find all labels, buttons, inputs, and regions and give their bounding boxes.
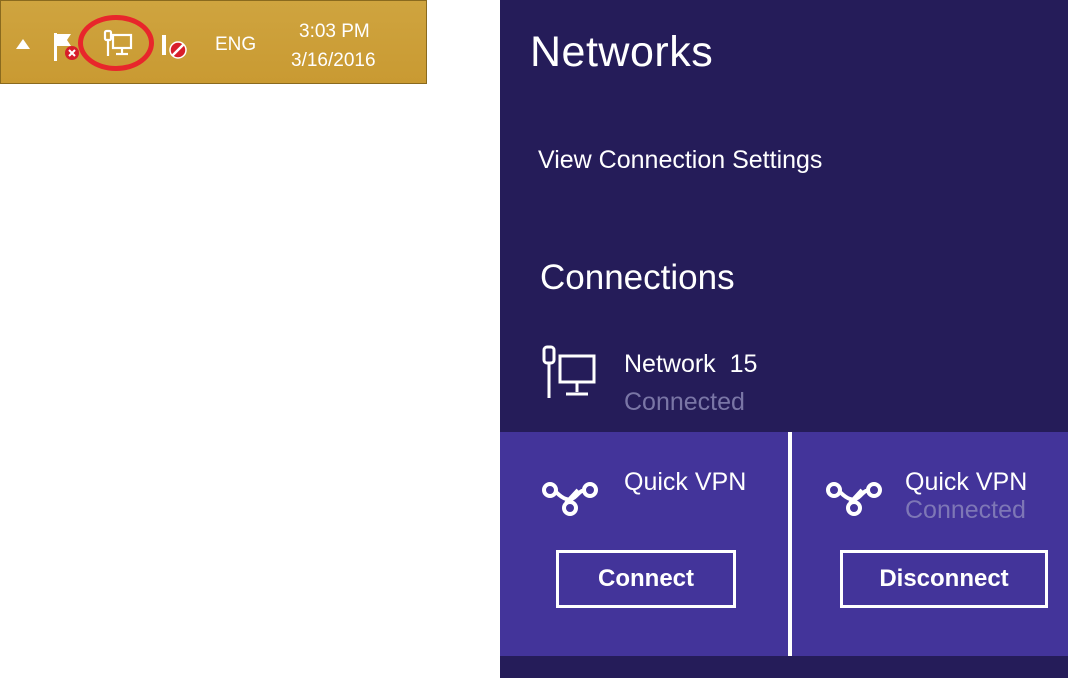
highlight-circle: [78, 15, 154, 71]
vpn-icon: [824, 478, 886, 523]
volume-muted-icon[interactable]: [159, 31, 189, 66]
network-status: Connected: [624, 388, 745, 416]
vpn-name: Quick VPN: [624, 468, 747, 496]
disconnect-button[interactable]: Disconnect: [840, 550, 1048, 608]
clock-date[interactable]: 3/16/2016: [291, 51, 376, 70]
vpn-icon: [540, 478, 602, 523]
taskbar-notification-area: ENG 3:03 PM 3/16/2016: [0, 0, 427, 84]
vpn-status: Connected: [905, 496, 1026, 524]
vpn-name: Quick VPN: [905, 468, 1028, 496]
view-connection-settings-link[interactable]: View Connection Settings: [538, 146, 822, 175]
clock-time[interactable]: 3:03 PM: [299, 22, 370, 41]
flyout-title: Networks: [530, 28, 714, 76]
connections-heading: Connections: [540, 258, 735, 297]
network-connection-item[interactable]: Network 15 Connected: [536, 340, 936, 420]
action-center-flag-icon[interactable]: [51, 31, 81, 68]
vpn-tile[interactable]: Quick VPN Connect: [500, 432, 788, 656]
networks-flyout: Networks View Connection Settings Connec…: [500, 0, 1068, 678]
language-indicator[interactable]: ENG: [215, 35, 256, 54]
network-name: Network 15: [624, 350, 758, 378]
vpn-tiles-area: Quick VPN Connect Quick VPN Connected Di…: [500, 432, 1068, 656]
vpn-tile[interactable]: Quick VPN Connected Disconnect: [792, 432, 1068, 656]
show-hidden-icons-arrow-icon[interactable]: [15, 37, 31, 55]
connect-button[interactable]: Connect: [556, 550, 736, 608]
wired-network-icon: [538, 344, 600, 409]
